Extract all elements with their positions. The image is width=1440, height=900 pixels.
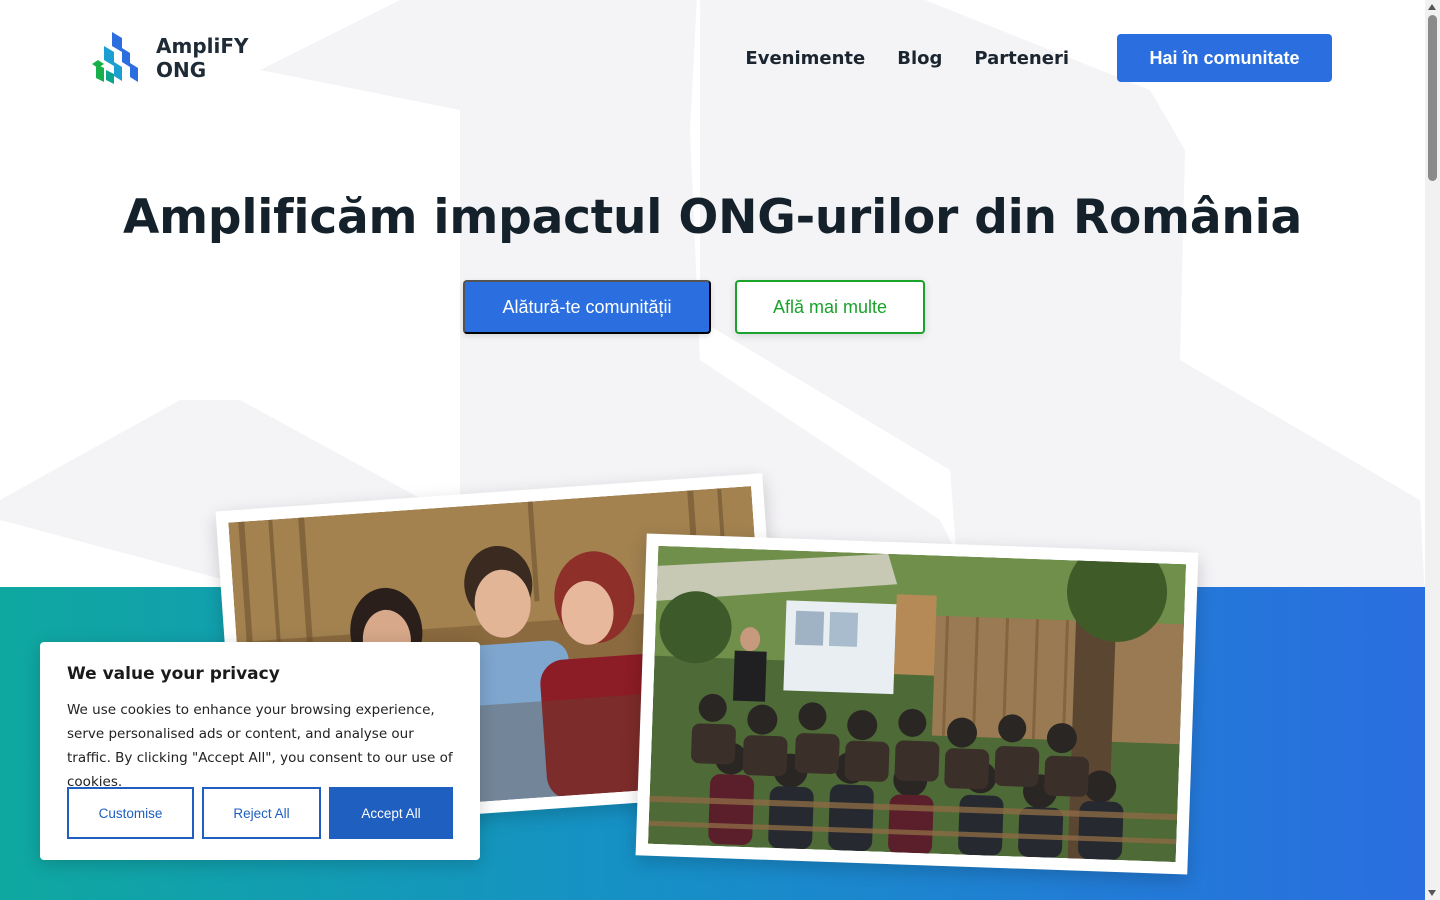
scrollbar-thumb[interactable] [1428,15,1437,181]
site-header: AmpliFY ONG Evenimente Blog Parteneri Ha… [0,0,1425,116]
cookie-banner-text: We use cookies to enhance your browsing … [67,702,453,790]
cookie-banner: We value your privacy We use cookies to … [40,642,480,860]
nav-link-blog[interactable]: Blog [897,48,942,69]
page-scrollbar[interactable] [1425,0,1440,900]
logo-line-2: ONG [156,58,207,82]
cookie-customise-button[interactable]: Customise [67,787,194,839]
hero-actions: Alătură-te comunității Află mai multe [463,280,925,334]
learn-more-button[interactable]: Află mai multe [735,280,925,334]
logo-line-1: AmpliFY [156,34,249,58]
chevron-up-icon[interactable] [1428,4,1436,10]
amplify-logo-icon [92,32,138,84]
hero-title: Amplificăm impactul ONG-urilor din Român… [122,190,1303,245]
nav-link-parteneri[interactable]: Parteneri [974,48,1069,69]
photo-outdoor-presentation [635,533,1199,875]
cookie-reject-button[interactable]: Reject All [202,787,321,839]
join-button[interactable]: Alătură-te comunității [463,280,711,334]
logo-text: AmpliFY ONG [156,34,249,82]
cookie-banner-title: We value your privacy [67,664,280,684]
cookie-banner-actions: Customise Reject All Accept All [67,787,453,839]
photo-outdoor-presentation-illustration [647,545,1187,863]
logo[interactable]: AmpliFY ONG [92,30,249,86]
chevron-down-icon[interactable] [1428,890,1436,896]
main-nav: Evenimente Blog Parteneri Hai în comunit… [745,34,1332,82]
photo-outdoor-presentation-image [647,545,1187,863]
nav-link-evenimente[interactable]: Evenimente [745,48,865,69]
cookie-accept-button[interactable]: Accept All [329,787,453,839]
join-community-button[interactable]: Hai în comunitate [1117,34,1332,82]
